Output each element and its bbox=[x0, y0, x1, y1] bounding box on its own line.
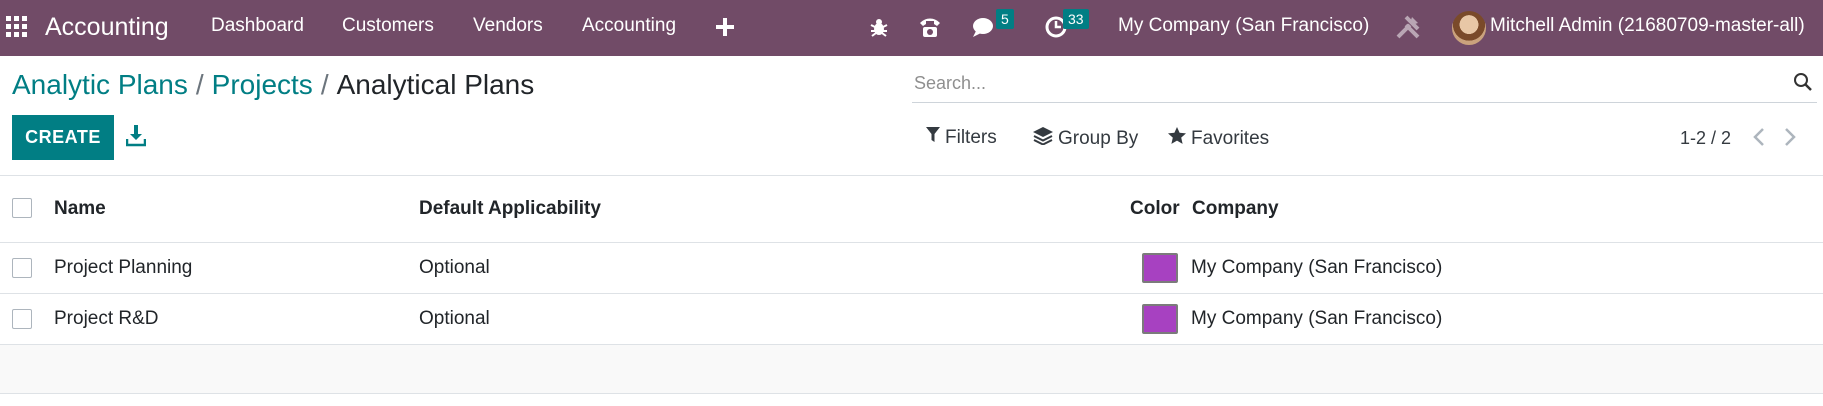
chevron-right-icon[interactable] bbox=[1783, 127, 1805, 149]
breadcrumb: Analytic Plans / Projects / Analytical Plans bbox=[12, 69, 534, 101]
breadcrumb-projects[interactable]: Projects bbox=[212, 69, 313, 100]
cell-company: My Company (San Francisco) bbox=[1191, 257, 1443, 278]
row-checkbox[interactable] bbox=[12, 258, 32, 278]
bug-icon[interactable] bbox=[864, 12, 894, 42]
table-header: Name Default Applicability Color Company bbox=[0, 175, 1823, 243]
download-icon[interactable] bbox=[125, 125, 148, 149]
column-default-applicability[interactable]: Default Applicability bbox=[419, 198, 601, 220]
layers-icon bbox=[1033, 127, 1053, 151]
search-bar bbox=[912, 66, 1817, 103]
group-by-label: Group By bbox=[1058, 128, 1139, 149]
cell-applicability: Optional bbox=[419, 257, 490, 278]
user-menu[interactable]: Mitchell Admin (21680709-master-all) bbox=[1490, 15, 1805, 37]
plus-icon[interactable] bbox=[710, 12, 740, 42]
breadcrumb-separator: / bbox=[320, 69, 329, 100]
create-button[interactable]: CREATE bbox=[12, 115, 114, 160]
search-icon[interactable] bbox=[1793, 72, 1813, 97]
chat-count-badge: 5 bbox=[996, 9, 1014, 29]
favorites-label: Favorites bbox=[1191, 128, 1270, 149]
table-row[interactable]: Project Planning Optional My Company (Sa… bbox=[0, 243, 1823, 294]
table-footer-empty bbox=[0, 345, 1823, 394]
row-checkbox[interactable] bbox=[12, 309, 32, 329]
menu-dashboard[interactable]: Dashboard bbox=[211, 15, 304, 37]
top-navbar: Accounting Dashboard Customers Vendors A… bbox=[0, 0, 1823, 56]
app-brand[interactable]: Accounting bbox=[45, 13, 169, 42]
column-company[interactable]: Company bbox=[1192, 198, 1279, 220]
star-icon bbox=[1168, 127, 1186, 151]
filters-label: Filters bbox=[945, 127, 997, 148]
filter-icon bbox=[926, 127, 940, 149]
breadcrumb-analytic-plans[interactable]: Analytic Plans bbox=[12, 69, 188, 100]
apps-grid-icon[interactable] bbox=[6, 16, 28, 38]
activity-count-badge: 33 bbox=[1063, 9, 1089, 29]
chevron-left-icon[interactable] bbox=[1752, 127, 1774, 149]
favorites-button[interactable]: Favorites bbox=[1168, 127, 1269, 151]
select-all-checkbox[interactable] bbox=[12, 198, 32, 218]
color-swatch[interactable] bbox=[1142, 253, 1178, 283]
company-switcher[interactable]: My Company (San Francisco) bbox=[1118, 15, 1369, 37]
user-avatar[interactable] bbox=[1452, 11, 1486, 45]
breadcrumb-separator: / bbox=[195, 69, 204, 100]
menu-customers[interactable]: Customers bbox=[342, 15, 434, 37]
phone-icon[interactable] bbox=[915, 12, 945, 42]
list-view: Name Default Applicability Color Company… bbox=[0, 175, 1823, 394]
breadcrumb-current: Analytical Plans bbox=[336, 69, 535, 100]
cell-applicability: Optional bbox=[419, 308, 490, 329]
menu-accounting[interactable]: Accounting bbox=[582, 15, 676, 37]
column-name[interactable]: Name bbox=[54, 198, 106, 220]
pager-value[interactable]: 1-2 / 2 bbox=[1680, 128, 1731, 149]
column-color[interactable]: Color bbox=[1130, 198, 1180, 220]
tools-icon[interactable] bbox=[1393, 12, 1423, 42]
group-by-button[interactable]: Group By bbox=[1033, 127, 1138, 151]
cell-company: My Company (San Francisco) bbox=[1191, 308, 1443, 329]
menu-vendors[interactable]: Vendors bbox=[473, 15, 543, 37]
color-swatch[interactable] bbox=[1142, 304, 1178, 334]
filters-button[interactable]: Filters bbox=[926, 127, 997, 149]
search-input[interactable] bbox=[912, 66, 1762, 100]
cell-name: Project Planning bbox=[54, 257, 193, 278]
cell-name: Project R&D bbox=[54, 308, 159, 329]
table-row[interactable]: Project R&D Optional My Company (San Fra… bbox=[0, 294, 1823, 345]
